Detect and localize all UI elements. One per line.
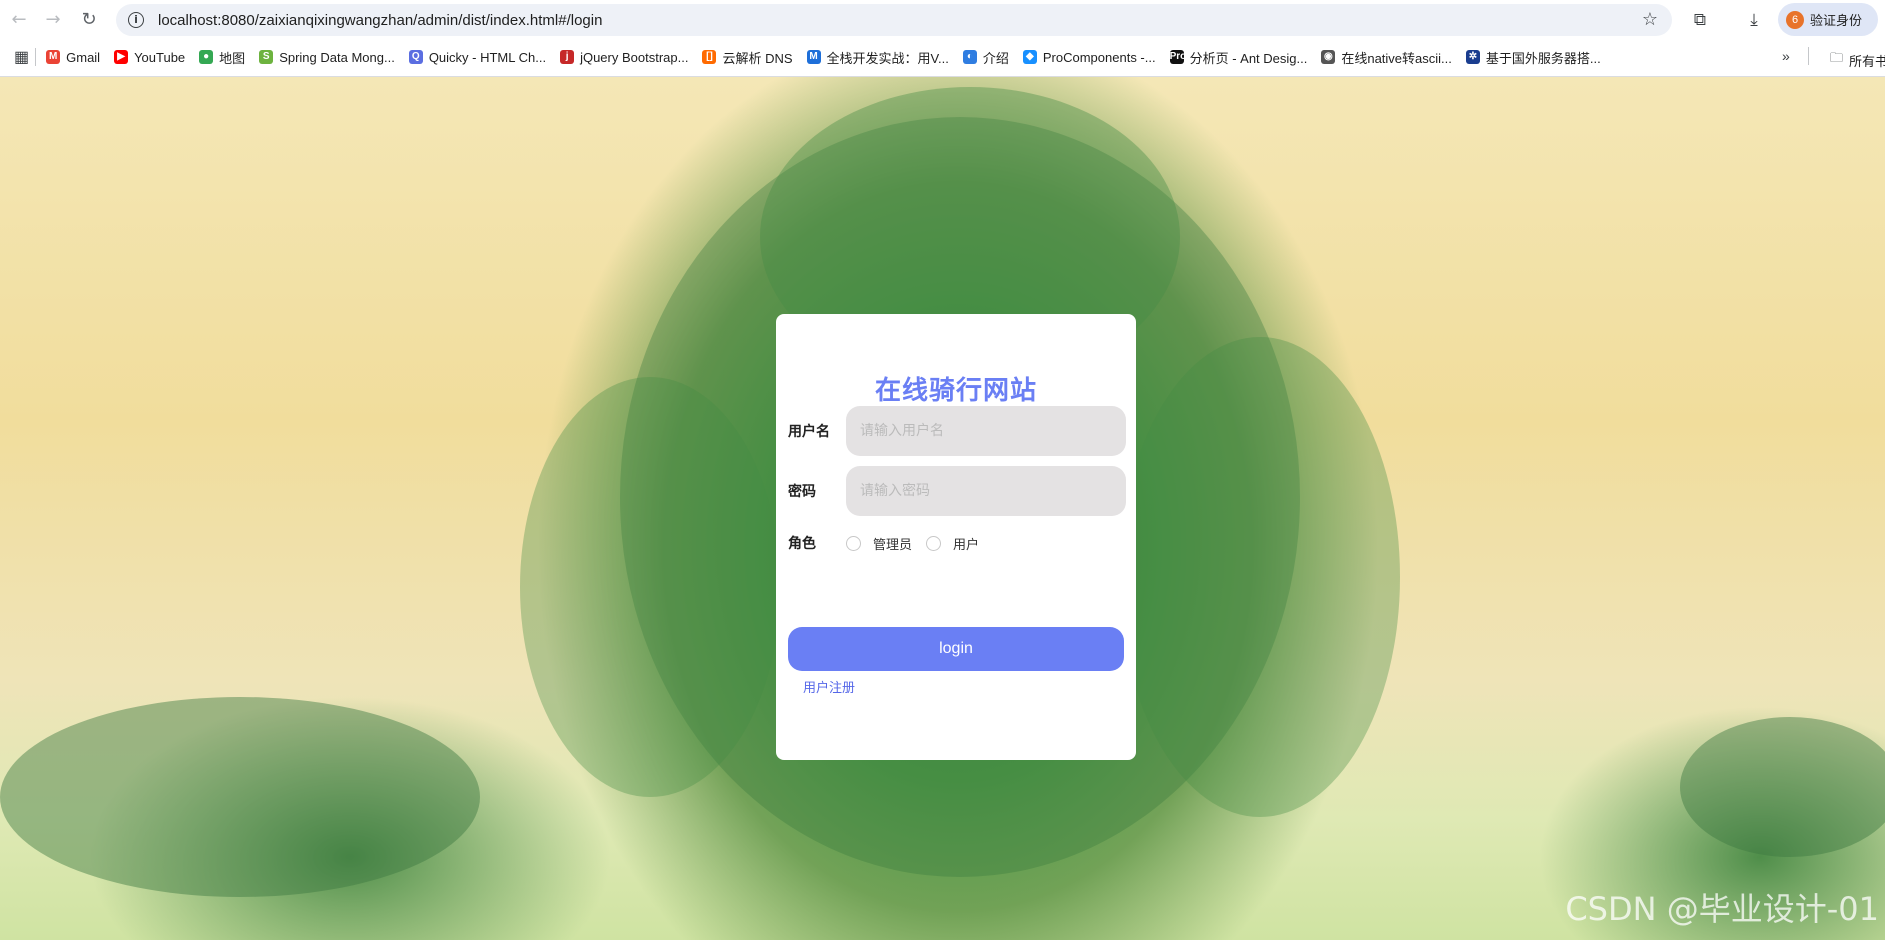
bookmark-label: Gmail	[66, 49, 101, 65]
bookmark-item[interactable]: Q Quicky - HTML Ch...	[408, 49, 547, 65]
bookmark-item[interactable]: M 全栈开发实战：用V...	[806, 48, 949, 67]
background-trees	[0, 697, 480, 897]
username-label: 用户名	[788, 424, 830, 440]
role-row: 角色 管理员 用户	[788, 533, 993, 553]
radio-circle-icon[interactable]	[926, 535, 942, 551]
bookmark-favicon-icon: Q	[408, 50, 423, 64]
username-row: 用户名	[788, 406, 1126, 456]
forward-arrow-icon[interactable]: →	[36, 2, 70, 36]
profile-label: 验证身份	[1810, 13, 1863, 28]
bookmarks-divider	[1808, 47, 1809, 65]
bookmark-favicon-icon: ▶	[114, 50, 129, 64]
role-label: 角色	[788, 536, 816, 552]
bookmark-label: 在线native转ascii...	[1341, 50, 1452, 66]
back-arrow-icon[interactable]: ←	[2, 2, 36, 36]
bookmark-favicon-icon: ◉	[1321, 50, 1336, 64]
profile-button[interactable]: 6 验证身份	[1778, 3, 1878, 36]
site-title: 在线骑行网站	[874, 376, 1037, 406]
background-trees	[1680, 717, 1885, 857]
password-input[interactable]	[846, 466, 1126, 516]
all-bookmarks-label: 所有书	[1849, 53, 1885, 69]
role-user-label: 用户	[953, 537, 980, 553]
bookmark-favicon-icon: M	[806, 50, 821, 64]
bookmark-item[interactable]: [] 云解析 DNS	[702, 48, 793, 67]
all-bookmarks-folder[interactable]: 🗀 所有书	[1830, 49, 1885, 71]
bookmark-item[interactable]: ✲ 基于国外服务器搭...	[1465, 48, 1601, 67]
bookmark-star-icon[interactable]: ☆	[1642, 9, 1658, 30]
bookmark-item[interactable]: S Spring Data Mong...	[259, 50, 395, 65]
tree-foliage	[520, 377, 780, 797]
role-admin-label: 管理员	[873, 537, 913, 553]
apps-grid-icon[interactable]: ▦	[14, 47, 29, 67]
bookmark-label: 基于国外服务器搭...	[1485, 50, 1601, 66]
bookmark-favicon-icon: []	[702, 50, 717, 64]
role-admin-radio[interactable]: 管理员	[846, 534, 912, 553]
bookmark-label: ProComponents -...	[1042, 49, 1156, 65]
bookmark-item[interactable]: M Gmail	[46, 50, 100, 65]
avatar: 6	[1786, 10, 1804, 29]
bookmark-item[interactable]: ▶ YouTube	[114, 50, 185, 65]
bookmark-favicon-icon: ◆	[1022, 50, 1037, 64]
bookmark-favicon-icon: Pro	[1169, 50, 1187, 64]
bookmark-label: 全栈开发实战：用V...	[826, 50, 949, 66]
bookmark-favicon-icon: M	[46, 50, 61, 64]
bookmark-list: M Gmail ▶ YouTube ● 地图 S Spring Data Mong... Q Qu…	[46, 48, 1615, 67]
url-text[interactable]: localhost:8080/zaixianqixingwangzhan/adm…	[158, 12, 602, 29]
bookmark-label: 介绍	[982, 50, 1009, 66]
role-user-radio[interactable]: 用户	[926, 534, 979, 553]
login-page-background: 在线骑行网站 用户名 密码 角色 管理员 用户 login 用户注册 CSDN …	[0, 77, 1885, 940]
bookmark-label: jQuery Bootstrap...	[580, 49, 689, 65]
bookmark-item[interactable]: ◆ ProComponents -...	[1022, 49, 1156, 65]
bookmark-item[interactable]: ◐ 介绍	[962, 48, 1009, 67]
password-label: 密码	[788, 484, 816, 500]
login-card: 在线骑行网站 用户名 密码 角色 管理员 用户 login 用户注册	[776, 314, 1136, 760]
bookmark-label: Spring Data Mong...	[279, 49, 395, 65]
tree-foliage	[1120, 337, 1400, 817]
bookmark-item[interactable]: Pro 分析页 - Ant Desig...	[1169, 48, 1308, 67]
username-input[interactable]	[846, 406, 1126, 456]
folder-icon: 🗀	[1830, 50, 1844, 65]
bookmark-label: 地图	[219, 50, 246, 66]
bookmark-favicon-icon: ●	[199, 50, 214, 64]
bookmarks-divider	[35, 48, 37, 66]
bookmark-label: Quicky - HTML Ch...	[428, 49, 547, 65]
bookmark-item[interactable]: ● 地图	[199, 48, 245, 67]
bookmarks-bar: ▦ M Gmail ▶ YouTube ● 地图 S Spring Data Mong... Q…	[0, 38, 1885, 77]
site-info-icon[interactable]: i	[128, 12, 144, 28]
extensions-icon[interactable]: ⧉	[1684, 4, 1716, 36]
bookmark-label: 分析页 - Ant Desig...	[1189, 50, 1308, 66]
login-button[interactable]: login	[788, 627, 1124, 671]
watermark: CSDN @毕业设计-01	[1565, 890, 1879, 928]
register-link[interactable]: 用户注册	[803, 677, 855, 696]
bookmark-favicon-icon: ✲	[1465, 50, 1480, 64]
bookmark-item[interactable]: j jQuery Bootstrap...	[560, 50, 688, 65]
reload-icon[interactable]: ↻	[72, 2, 106, 36]
bookmark-label: 云解析 DNS	[722, 50, 793, 66]
more-bookmarks-icon[interactable]: »	[1782, 48, 1790, 64]
download-icon[interactable]: ⤓	[1738, 4, 1770, 36]
bookmark-item[interactable]: ◉ 在线native转ascii...	[1321, 48, 1452, 67]
browser-toolbar: ← → ↻ i localhost:8080/zaixianqixingwang…	[0, 0, 1885, 38]
password-row: 密码	[788, 466, 1126, 516]
bookmark-favicon-icon: ◐	[962, 50, 977, 64]
bookmark-label: YouTube	[134, 49, 186, 65]
bookmark-favicon-icon: S	[259, 50, 274, 64]
bookmark-favicon-icon: j	[560, 50, 575, 64]
radio-circle-icon[interactable]	[846, 535, 861, 551]
address-bar[interactable]: i localhost:8080/zaixianqixingwangzhan/a…	[116, 4, 1672, 36]
